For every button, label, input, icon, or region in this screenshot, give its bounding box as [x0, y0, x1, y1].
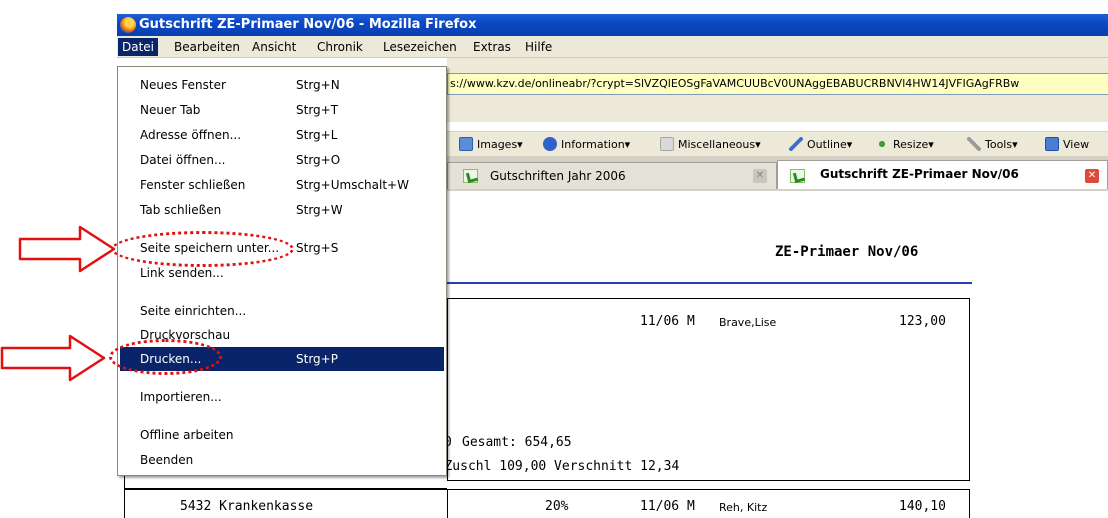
menu-item-seite-einrichten[interactable]: Seite einrichten...: [120, 299, 444, 323]
page-heading: ZE-Primaer Nov/06: [775, 244, 919, 260]
close-icon[interactable]: ✕: [1085, 169, 1099, 183]
row2-name: Reh, Kitz: [719, 501, 768, 514]
toolbar-miscellaneous-label: Miscellaneous▾: [678, 138, 761, 151]
menu-item-neuer-tab[interactable]: Neuer Tab Strg+T: [120, 98, 444, 122]
web-developer-toolbar: Images▾ Information▾ Miscellaneous▾ Outl…: [447, 131, 1108, 157]
menu-item-shortcut: Strg+W: [296, 203, 343, 217]
menu-item-shortcut: Strg+N: [296, 78, 340, 92]
kzv-favicon-icon: [463, 169, 478, 183]
highlight-ellipse-print: [109, 339, 222, 375]
menu-datei[interactable]: Datei: [118, 38, 159, 56]
toolbar-resize[interactable]: Resize▾: [875, 136, 934, 154]
menu-lesezeichen[interactable]: Lesezeichen: [379, 38, 461, 56]
menu-ansicht[interactable]: Ansicht: [248, 38, 300, 56]
menu-item-importieren[interactable]: Importieren...: [120, 385, 444, 409]
menu-item-label: Offline arbeiten: [140, 428, 234, 442]
row2-date: 11/06 M: [640, 499, 695, 514]
menu-item-label: Neuer Tab: [140, 103, 201, 117]
row1-date: 11/06 M: [640, 314, 695, 329]
bookmarks-toolbar: [447, 100, 1108, 122]
menu-separator: [122, 377, 442, 378]
pen-icon: [789, 137, 803, 151]
menu-item-label: Fenster schließen: [140, 178, 246, 192]
toolbar-information-label: Information▾: [561, 138, 631, 151]
menu-item-shortcut: Strg+S: [296, 241, 339, 255]
url-field[interactable]: s://www.kzv.de/onlineabr/?crypt=SlVZQlEO…: [447, 73, 1108, 95]
menu-separator: [122, 291, 442, 292]
wrench-icon: [967, 137, 981, 151]
menu-extras[interactable]: Extras: [469, 38, 515, 56]
page-content: ZE-Primaer Nov/06 11/06 M Brave,Lise 123…: [421, 191, 1108, 518]
heading-divider: [447, 282, 972, 284]
view-source-icon: [1045, 137, 1059, 151]
menu-item-shortcut: Strg+P: [296, 352, 338, 366]
toolbar-tools[interactable]: Tools▾: [967, 136, 1018, 154]
kzv-favicon-icon: [790, 169, 805, 183]
menu-item-datei-oeffnen[interactable]: Datei öffnen... Strg+O: [120, 148, 444, 172]
menubar: Datei Bearbeiten Ansicht Chronik Lesezei…: [117, 36, 1108, 58]
menu-item-label: Adresse öffnen...: [140, 128, 242, 142]
arrow-right-icon: [0, 334, 106, 382]
tab-label: Gutschriften Jahr 2006: [490, 169, 626, 183]
toolbar-outline[interactable]: Outline▾: [789, 136, 852, 154]
toolbar-tools-label: Tools▾: [985, 138, 1018, 151]
tab-gutschrift-ze-primaer[interactable]: Gutschrift ZE-Primaer Nov/06 ✕: [777, 160, 1108, 189]
menu-item-offline-arbeiten[interactable]: Offline arbeiten: [120, 423, 444, 447]
menu-bearbeiten[interactable]: Bearbeiten: [170, 38, 244, 56]
info-icon: [543, 137, 557, 151]
row2-percent: 20%: [545, 499, 569, 514]
tab-gutschriften-2006[interactable]: Gutschriften Jahr 2006 ✕: [447, 162, 777, 189]
toolbar-resize-label: Resize▾: [893, 138, 934, 151]
toolbar-images[interactable]: Images▾: [459, 136, 523, 154]
image-icon: [459, 137, 473, 151]
menu-separator: [122, 414, 442, 415]
menu-item-tab-schliessen[interactable]: Tab schließen Strg+W: [120, 198, 444, 222]
file-menu-dropdown: Neues Fenster Strg+N Neuer Tab Strg+T Adre…: [117, 66, 447, 476]
toolbar-images-label: Images▾: [477, 138, 523, 151]
menu-item-label: Seite einrichten...: [140, 304, 247, 318]
toolbar-view-label: View: [1063, 138, 1090, 151]
menu-item-label: Tab schließen: [140, 203, 222, 217]
menu-item-shortcut: Strg+L: [296, 128, 338, 142]
menu-item-shortcut: Strg+Umschalt+W: [296, 178, 409, 192]
row2-amount: 140,10: [899, 499, 946, 514]
menu-item-shortcut: Strg+O: [296, 153, 341, 167]
toolbar-outline-label: Outline▾: [807, 138, 853, 151]
row1-amount: 123,00: [899, 314, 946, 329]
tab-label: Gutschrift ZE-Primaer Nov/06: [820, 167, 1019, 181]
highlight-ellipse-save: [111, 231, 294, 267]
menu-separator: [122, 228, 442, 229]
row1-name: Brave,Lise: [719, 316, 777, 329]
close-icon[interactable]: ✕: [753, 169, 767, 183]
row2-number: 5432 Krankenkasse: [180, 499, 314, 514]
tab-bar: Gutschriften Jahr 2006 ✕ Gutschrift ZE-P…: [447, 157, 1108, 191]
window-titlebar: Gutschrift ZE-Primaer Nov/06 - Mozilla F…: [117, 14, 1108, 36]
toolbar-view[interactable]: View: [1045, 136, 1089, 154]
menu-item-adresse-oeffnen[interactable]: Adresse öffnen... Strg+L: [120, 123, 444, 147]
record-box-left-bottom: [124, 474, 447, 489]
annotation-arrows: [0, 225, 116, 382]
partial-line: KK-Zuschl 109,00 Verschnitt 12,34: [421, 459, 680, 474]
toolbar-information[interactable]: Information▾: [543, 136, 630, 154]
window-title: Gutschrift ZE-Primaer Nov/06 - Mozilla F…: [139, 17, 477, 32]
toolbar-miscellaneous[interactable]: Miscellaneous▾: [660, 136, 761, 154]
record-box: [447, 298, 970, 481]
menu-item-shortcut: Strg+T: [296, 103, 339, 117]
arrow-right-icon: [18, 225, 116, 273]
menu-item-label: Beenden: [140, 453, 194, 467]
menu-item-label: Neues Fenster: [140, 78, 226, 92]
menu-item-fenster-schliessen[interactable]: Fenster schließen Strg+Umschalt+W: [120, 173, 444, 197]
resize-icon: [875, 137, 889, 151]
menu-item-label: Importieren...: [140, 390, 222, 404]
menu-item-beenden[interactable]: Beenden: [120, 448, 444, 472]
cube-icon: [660, 137, 674, 151]
firefox-logo-icon: [120, 17, 136, 33]
menu-item-label: Datei öffnen...: [140, 153, 226, 167]
total-sum: Gesamt: 654,65: [462, 435, 572, 450]
record-box-2: [447, 489, 970, 518]
menu-hilfe[interactable]: Hilfe: [521, 38, 556, 56]
menu-item-neues-fenster[interactable]: Neues Fenster Strg+N: [120, 73, 444, 97]
menu-chronik[interactable]: Chronik: [313, 38, 367, 56]
